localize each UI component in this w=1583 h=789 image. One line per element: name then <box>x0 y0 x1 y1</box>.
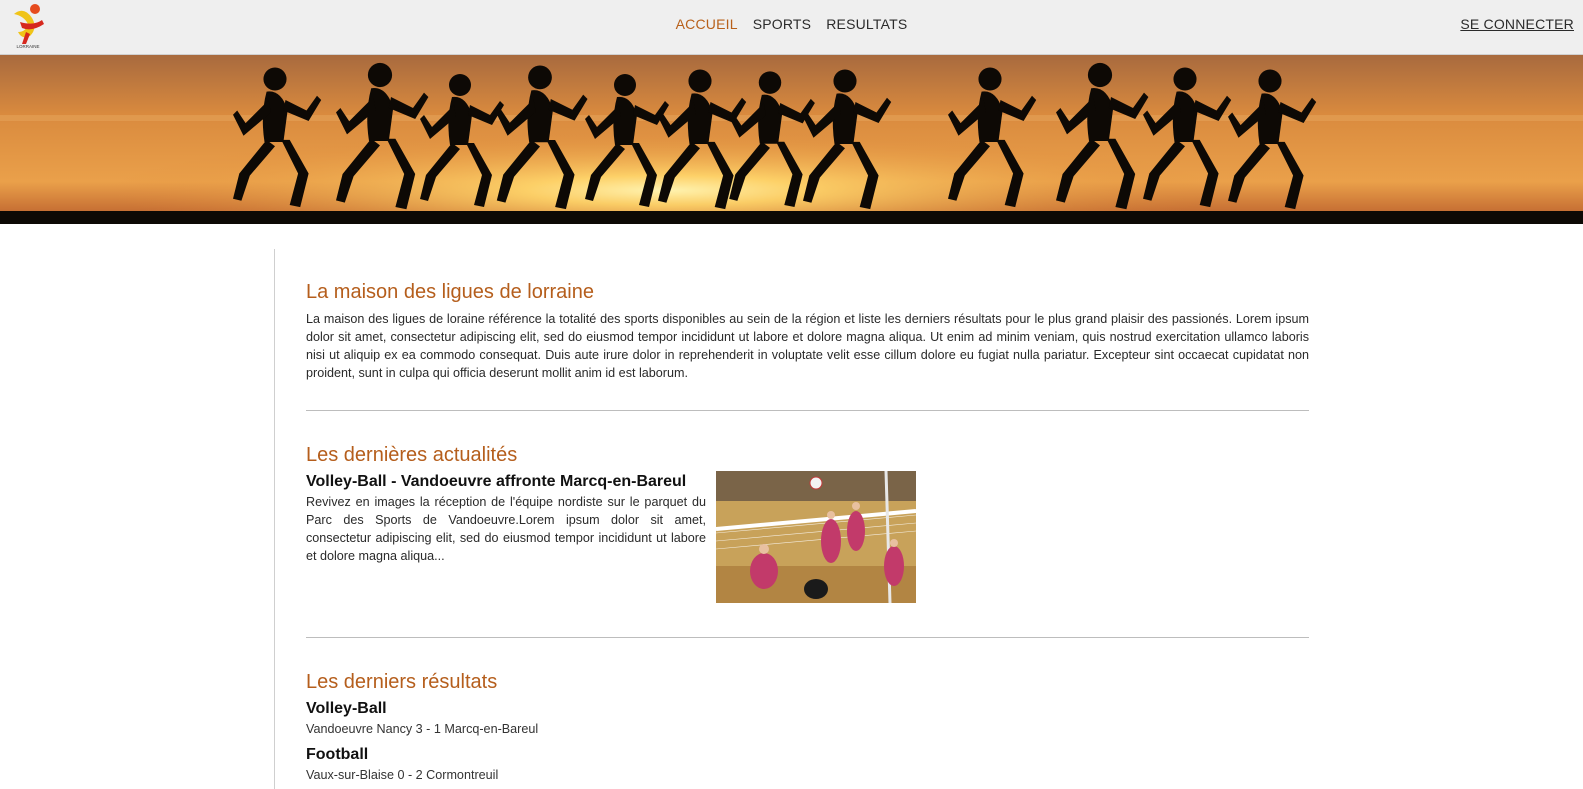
nav-accueil[interactable]: ACCUEIL <box>676 16 738 32</box>
result-item: Football Vaux-sur-Blaise 0 - 2 Cormontre… <box>306 744 1309 784</box>
results-title: Les derniers résultats <box>306 671 498 693</box>
main-nav: ACCUEIL SPORTS RESULTATS <box>0 0 1583 48</box>
divider <box>306 637 1309 638</box>
banner-runners-image <box>0 55 1583 224</box>
intro-section: La maison des ligues de lorraine La mais… <box>306 278 1309 382</box>
news-text-block: Volley-Ball - Vandoeuvre affronte Marcq-… <box>306 471 706 603</box>
login-link[interactable]: SE CONNECTER <box>1460 16 1574 32</box>
news-headline[interactable]: Volley-Ball - Vandoeuvre affronte Marcq-… <box>306 471 706 493</box>
nav-sports[interactable]: SPORTS <box>753 16 812 32</box>
intro-title: La maison des ligues de lorraine <box>306 281 594 303</box>
top-navbar: LORRAINE ACCUEIL SPORTS RESULTATS SE CON… <box>0 0 1583 55</box>
content-left-border <box>274 249 275 789</box>
result-score: Vaux-sur-Blaise 0 - 2 Cormontreuil <box>306 768 499 782</box>
intro-text: La maison des ligues de loraine référenc… <box>306 312 1309 380</box>
news-section: Les dernières actualités Volley-Ball - V… <box>306 441 1309 603</box>
divider <box>306 410 1309 411</box>
hero-banner <box>0 55 1583 224</box>
news-item[interactable]: Volley-Ball - Vandoeuvre affronte Marcq-… <box>306 471 1309 603</box>
news-title: Les dernières actualités <box>306 444 518 466</box>
results-section: Les derniers résultats Volley-Ball Vando… <box>306 668 1309 784</box>
news-excerpt: Revivez en images la réception de l'équi… <box>306 495 706 563</box>
nav-resultats[interactable]: RESULTATS <box>826 16 907 32</box>
result-score: Vandoeuvre Nancy 3 - 1 Marcq-en-Bareul <box>306 722 539 736</box>
volleyball-photo[interactable] <box>716 471 916 603</box>
result-sport: Volley-Ball <box>306 700 387 717</box>
result-item: Volley-Ball Vandoeuvre Nancy 3 - 1 Marcq… <box>306 698 1309 738</box>
result-sport: Football <box>306 746 369 763</box>
main-content: La maison des ligues de lorraine La mais… <box>306 278 1309 784</box>
